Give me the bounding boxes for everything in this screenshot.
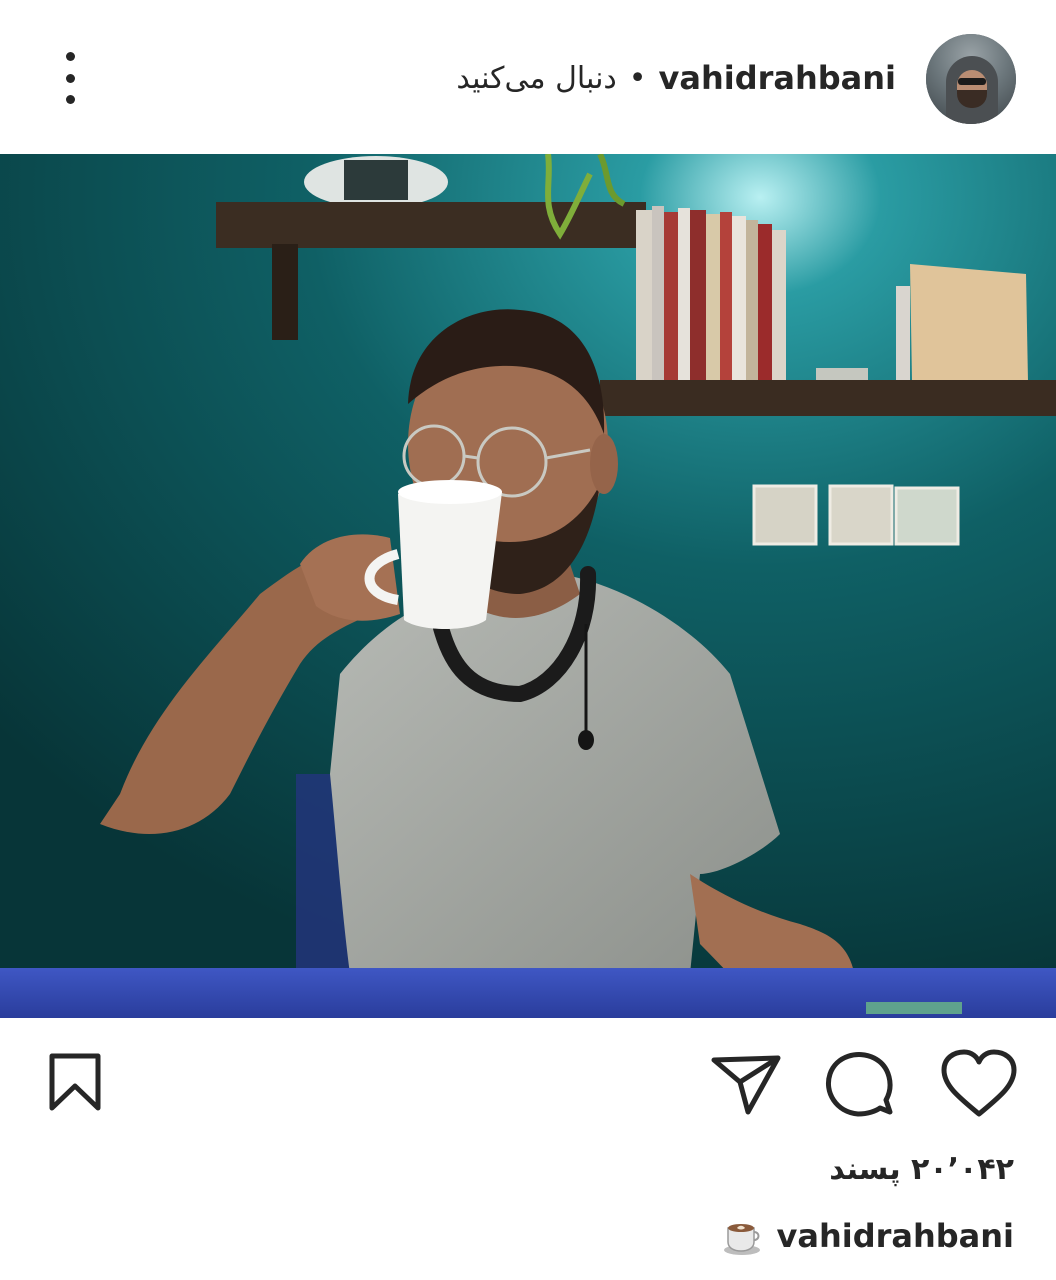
comment-button[interactable] (824, 1050, 896, 1120)
bookmark-icon (49, 1053, 101, 1111)
coffee-cup-icon (722, 1216, 762, 1256)
share-button[interactable] (708, 1050, 784, 1118)
more-vertical-icon-dot (65, 95, 75, 104)
post-photo[interactable] (0, 154, 1056, 1018)
send-icon (711, 1055, 781, 1115)
books (636, 206, 786, 380)
separator-dot: • (628, 60, 647, 96)
follow-status[interactable]: دنبال می‌کنید (456, 61, 616, 96)
author-avatar[interactable] (926, 34, 1016, 124)
avatar-glasses (958, 78, 986, 85)
likes-count[interactable]: ۲۰٬۰۴۲ پسند (829, 1152, 1014, 1196)
author-username[interactable]: vahidrahbani (658, 59, 896, 97)
photo-illustration (0, 154, 1056, 1018)
like-button[interactable] (940, 1048, 1018, 1120)
comment-icon (826, 1052, 893, 1117)
more-options-button[interactable] (52, 52, 88, 104)
more-vertical-icon (65, 52, 75, 61)
save-button[interactable] (44, 1050, 106, 1114)
caption: vahidrahbani (722, 1212, 1014, 1260)
instagram-post: دنبال می‌کنید • vahidrahbani (0, 0, 1056, 1280)
post-header: دنبال می‌کنید • vahidrahbani (0, 0, 1056, 154)
more-vertical-icon-dot (65, 73, 75, 83)
header-title: دنبال می‌کنید • vahidrahbani (456, 56, 896, 100)
caption-username[interactable]: vahidrahbani (776, 1217, 1014, 1255)
heart-icon (941, 1049, 1017, 1117)
action-bar (0, 1018, 1056, 1148)
